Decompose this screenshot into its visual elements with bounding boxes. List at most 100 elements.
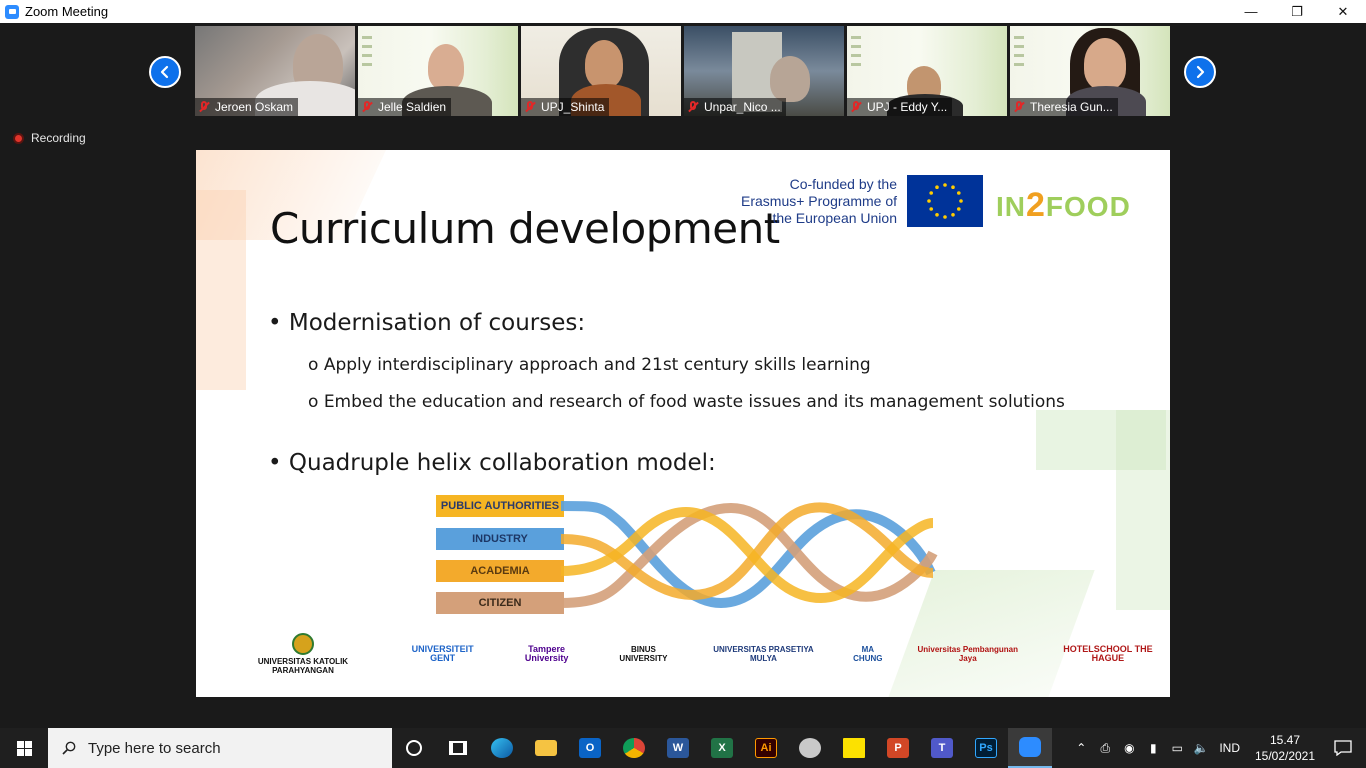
participant-name: Jelle Saldien bbox=[378, 100, 447, 114]
mic-muted-icon bbox=[525, 101, 535, 113]
sticky-notes-button[interactable] bbox=[832, 728, 876, 768]
chrome-button[interactable] bbox=[612, 728, 656, 768]
printer-icon[interactable]: ⎙ bbox=[1093, 728, 1117, 768]
task-view-button[interactable] bbox=[436, 728, 480, 768]
outlook-button[interactable]: O bbox=[568, 728, 612, 768]
window-titlebar: Zoom Meeting — ❐ ✕ bbox=[0, 0, 1366, 23]
camera-icon[interactable]: ◉ bbox=[1117, 728, 1141, 768]
meeting-area: Jeroen Oskam Jelle Saldien UPJ_Shinta Un… bbox=[0, 23, 1366, 728]
taskbar-search-box[interactable]: Type here to search bbox=[48, 728, 392, 768]
mic-muted-icon bbox=[1014, 101, 1024, 113]
participant-name: UPJ - Eddy Y... bbox=[867, 100, 948, 114]
minimize-button[interactable]: — bbox=[1228, 0, 1274, 23]
volume-icon[interactable]: 🔈 bbox=[1189, 728, 1213, 768]
participant-tile[interactable]: UPJ_Shinta bbox=[521, 26, 681, 116]
chevron-left-icon bbox=[160, 65, 169, 79]
participant-tile[interactable]: UPJ - Eddy Y... bbox=[847, 26, 1007, 116]
powerpoint-icon: P bbox=[887, 738, 909, 758]
taskbar-clock[interactable]: 15.47 15/02/2021 bbox=[1250, 732, 1320, 764]
outlook-icon: O bbox=[579, 738, 601, 758]
start-button[interactable] bbox=[0, 728, 48, 768]
edge-icon bbox=[491, 738, 513, 758]
participant-video bbox=[428, 44, 464, 90]
show-hidden-icons-button[interactable]: ⌃ bbox=[1069, 728, 1093, 768]
participant-name: Theresia Gun... bbox=[1030, 100, 1113, 114]
logo-binus: BINUS UNIVERSITY bbox=[619, 645, 668, 663]
sub-bullet-interdisciplinary: o Apply interdisciplinary approach and 2… bbox=[308, 355, 871, 375]
participant-video bbox=[585, 40, 623, 88]
logo-ugent: UNIVERSITEIT GENT bbox=[411, 644, 474, 663]
logo-ma-chung: MA CHUNG bbox=[853, 645, 883, 663]
logo-hotelschool: HOTELSCHOOL THE HAGUE bbox=[1063, 644, 1153, 663]
participant-strip: Jeroen Oskam Jelle Saldien UPJ_Shinta Un… bbox=[195, 26, 1170, 116]
helix-label-public-authorities: PUBLIC AUTHORITIES bbox=[436, 495, 564, 517]
mic-muted-icon bbox=[199, 101, 209, 113]
previous-participants-button[interactable] bbox=[149, 56, 181, 88]
file-explorer-button[interactable] bbox=[524, 728, 568, 768]
window-title: Zoom Meeting bbox=[25, 4, 109, 19]
cortana-button[interactable] bbox=[392, 728, 436, 768]
word-button[interactable]: W bbox=[656, 728, 700, 768]
slide-title: Curriculum development bbox=[270, 204, 780, 253]
eu-flag-icon bbox=[907, 175, 983, 227]
microphone-icon[interactable]: ▮ bbox=[1141, 728, 1165, 768]
quadruple-helix-diagram: PUBLIC AUTHORITIES INDUSTRY ACADEMIA CIT… bbox=[436, 493, 938, 618]
bullet-modernisation: • Modernisation of courses: bbox=[268, 310, 586, 336]
app-button[interactable] bbox=[788, 728, 832, 768]
participant-tile[interactable]: Theresia Gun... bbox=[1010, 26, 1170, 116]
participant-video bbox=[770, 56, 810, 102]
bullet-quadruple-helix: • Quadruple helix collaboration model: bbox=[268, 450, 716, 476]
illustrator-icon: Ai bbox=[755, 738, 777, 758]
photoshop-button[interactable]: Ps bbox=[964, 728, 1008, 768]
edge-button[interactable] bbox=[480, 728, 524, 768]
logo-prasetiya-mulya: UNIVERSITAS PRASETIYA MULYA bbox=[713, 645, 814, 663]
logo-tampere: Tampere University bbox=[524, 644, 569, 663]
sub-bullet-food-waste: o Embed the education and research of fo… bbox=[308, 392, 1065, 412]
system-tray: ⌃ ⎙ ◉ ▮ ▭ 🔈 IND 15.47 15/02/2021 bbox=[1069, 728, 1366, 768]
partner-logos: UNIVERSITAS KATOLIK PARAHYANGAN UNIVERSI… bbox=[226, 628, 1170, 680]
logo-ukp: UNIVERSITAS KATOLIK PARAHYANGAN bbox=[226, 633, 380, 675]
zoom-taskbar-button[interactable] bbox=[1008, 728, 1052, 768]
word-icon: W bbox=[667, 738, 689, 758]
participant-tile[interactable]: Jelle Saldien bbox=[358, 26, 518, 116]
participant-tile[interactable]: Unpar_Nico ... bbox=[684, 26, 844, 116]
mic-muted-icon bbox=[362, 101, 372, 113]
windows-taskbar: Type here to search O W X Ai P T Ps ⌃ ⎙ … bbox=[0, 728, 1366, 768]
clock-time: 15.47 bbox=[1269, 733, 1301, 747]
powerpoint-button[interactable]: P bbox=[876, 728, 920, 768]
sticky-notes-icon bbox=[843, 738, 865, 758]
teams-icon: T bbox=[931, 738, 953, 758]
mic-muted-icon bbox=[851, 101, 861, 113]
cortana-icon bbox=[406, 740, 422, 756]
network-icon[interactable]: ▭ bbox=[1165, 728, 1189, 768]
next-participants-button[interactable] bbox=[1184, 56, 1216, 88]
shared-screen-slide: Curriculum development Co-funded by the … bbox=[196, 150, 1170, 697]
app-icon bbox=[799, 738, 821, 758]
excel-button[interactable]: X bbox=[700, 728, 744, 768]
zoom-app-icon bbox=[5, 4, 19, 19]
recording-indicator[interactable]: Recording bbox=[13, 131, 86, 145]
seal-icon bbox=[291, 633, 314, 655]
input-language[interactable]: IND bbox=[1219, 741, 1240, 755]
search-placeholder: Type here to search bbox=[88, 739, 221, 757]
task-view-icon bbox=[449, 741, 467, 755]
folder-icon bbox=[535, 740, 557, 756]
notifications-button[interactable] bbox=[1320, 740, 1366, 756]
clock-date: 15/02/2021 bbox=[1254, 749, 1316, 763]
notification-icon bbox=[1334, 740, 1352, 756]
recording-icon bbox=[13, 132, 24, 144]
search-icon bbox=[62, 741, 76, 755]
chevron-right-icon bbox=[1196, 65, 1205, 79]
helix-label-academia: ACADEMIA bbox=[436, 560, 564, 582]
zoom-icon bbox=[1019, 737, 1041, 757]
participant-name: Unpar_Nico ... bbox=[704, 100, 781, 114]
photoshop-icon: Ps bbox=[975, 738, 997, 758]
restore-button[interactable]: ❐ bbox=[1274, 0, 1320, 23]
teams-button[interactable]: T bbox=[920, 728, 964, 768]
close-button[interactable]: ✕ bbox=[1320, 0, 1366, 23]
illustrator-button[interactable]: Ai bbox=[744, 728, 788, 768]
chevron-up-icon: ⌃ bbox=[1076, 741, 1087, 755]
participant-tile[interactable]: Jeroen Oskam bbox=[195, 26, 355, 116]
chrome-icon bbox=[623, 738, 645, 758]
excel-icon: X bbox=[711, 738, 733, 758]
